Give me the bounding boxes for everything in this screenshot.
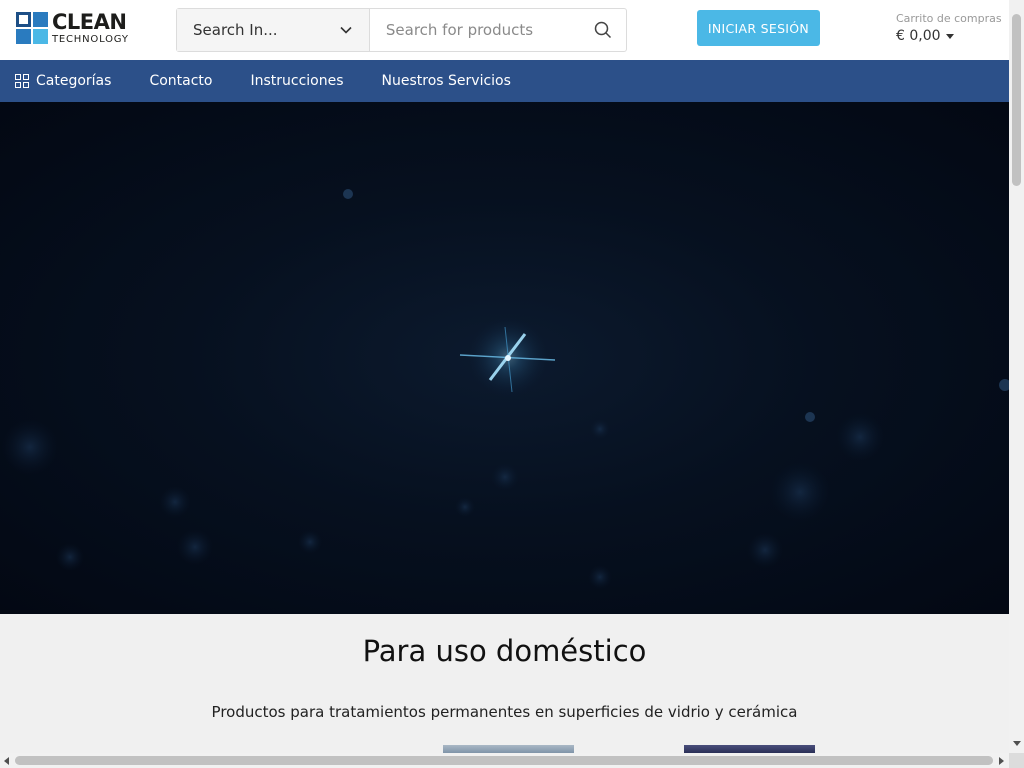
shopping-cart[interactable]: Carrito de compras € 0,00 [896, 12, 1006, 44]
hero-starfield-image [2, 189, 1009, 589]
cart-total-amount: € 0,00 [896, 28, 941, 44]
scrollbar-corner [1009, 753, 1024, 768]
nav-item-instrucciones[interactable]: Instrucciones [250, 60, 343, 102]
site-header: CLEAN TECHNOLOGY Search In... INICIAR SE… [0, 0, 1009, 60]
page-viewport: CLEAN TECHNOLOGY Search In... INICIAR SE… [0, 0, 1009, 753]
caret-down-icon [945, 33, 954, 39]
search-category-label: Search In... [193, 21, 278, 39]
horizontal-scrollbar[interactable] [0, 753, 1009, 768]
logo-tagline: TECHNOLOGY [52, 33, 129, 45]
grid-icon [15, 74, 29, 88]
scroll-down-arrow-icon[interactable] [1013, 741, 1021, 746]
scroll-left-arrow-icon[interactable] [4, 757, 9, 765]
nav-item-nuestros-servicios[interactable]: Nuestros Servicios [382, 60, 511, 102]
cart-label: Carrito de compras [896, 12, 1002, 25]
search-button[interactable] [580, 9, 626, 51]
main-navigation: Categorías Contacto Instrucciones Nuestr… [0, 60, 1009, 102]
nav-item-label: Contacto [149, 73, 213, 89]
hero-banner [0, 102, 1009, 614]
site-logo[interactable]: CLEAN TECHNOLOGY [16, 11, 141, 45]
vertical-scrollbar[interactable] [1009, 0, 1024, 753]
chevron-down-icon [340, 26, 352, 34]
logo-mark-icon [16, 12, 48, 44]
scroll-right-arrow-icon[interactable] [999, 757, 1004, 765]
search-input[interactable] [369, 9, 580, 51]
logo-name: CLEAN [52, 9, 127, 34]
scrollbar-thumb[interactable] [1012, 14, 1021, 186]
nav-item-label: Instrucciones [250, 73, 344, 89]
product-thumbnail[interactable] [684, 745, 815, 753]
search-category-select[interactable]: Search In... [177, 9, 370, 51]
cart-total[interactable]: € 0,00 [896, 28, 1006, 44]
search-bar: Search In... [176, 8, 627, 52]
nav-item-categorias[interactable]: Categorías [15, 60, 111, 102]
scrollbar-thumb[interactable] [15, 756, 993, 765]
section-subtitle: Productos para tratamientos permanentes … [211, 703, 798, 721]
login-button[interactable]: INICIAR SESIÓN [697, 10, 820, 46]
nav-item-label: Categorías [36, 73, 112, 89]
nav-item-label: Nuestros Servicios [381, 73, 511, 89]
nav-item-contacto[interactable]: Contacto [149, 60, 212, 102]
product-thumbnail[interactable] [443, 745, 574, 753]
search-icon [594, 21, 611, 39]
section-title: Para uso doméstico [362, 634, 647, 668]
